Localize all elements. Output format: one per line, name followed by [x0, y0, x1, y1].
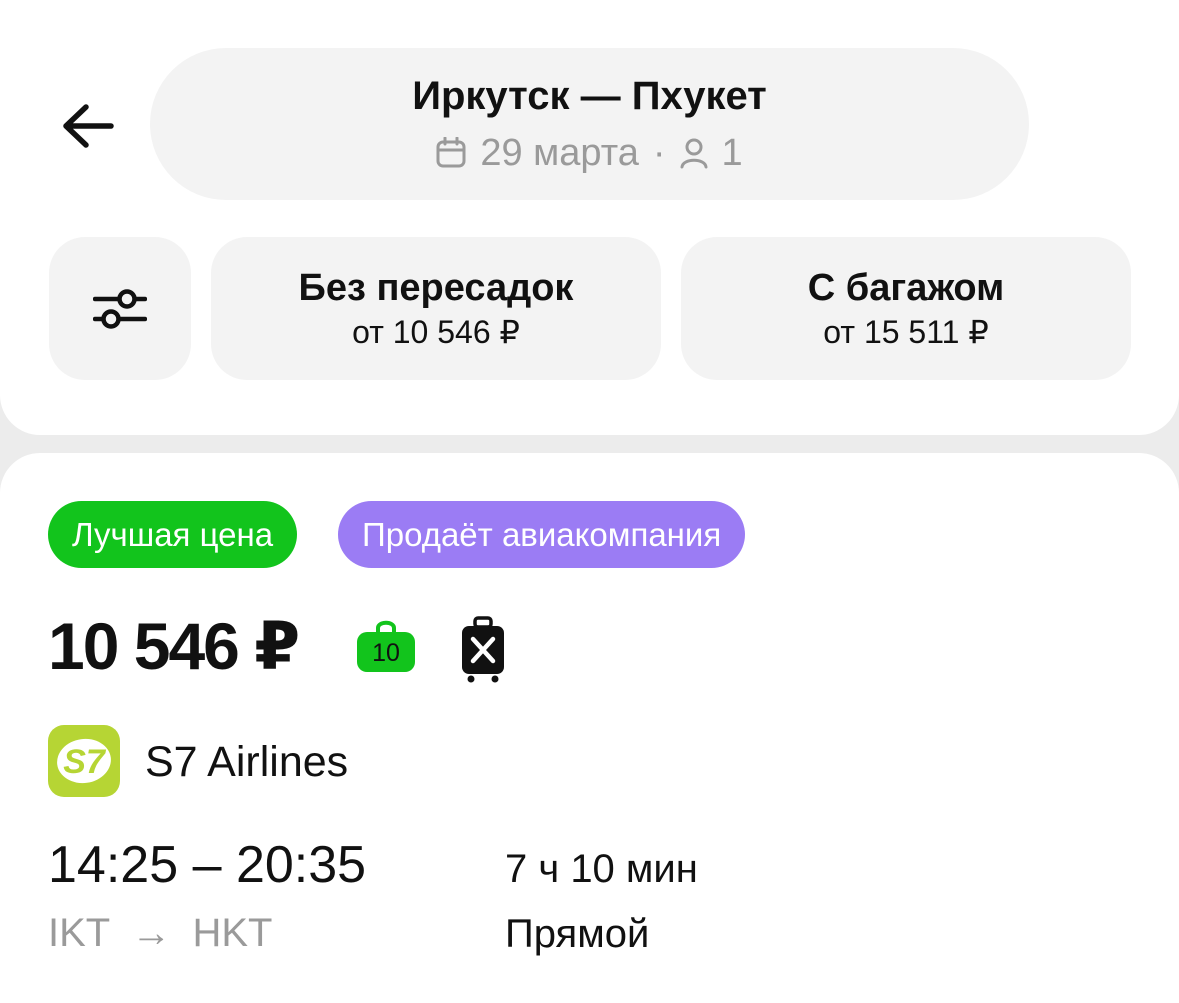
svg-text:S7: S7 — [63, 743, 107, 781]
route-summary-button[interactable] — [150, 48, 1029, 200]
arrow-left-icon — [63, 104, 114, 148]
airline-logo: S7 — [48, 725, 120, 797]
flight-stops: Прямой — [505, 912, 650, 956]
filters-button[interactable] — [49, 237, 191, 380]
filter-direct-flights[interactable]: Без пересадок от 10 546 ₽ — [211, 237, 661, 380]
filter-baggage-price: от 15 511 ₽ — [823, 313, 989, 350]
best-price-badge: Лучшая цена — [48, 501, 298, 568]
hand-luggage-kg: 10 — [372, 639, 400, 667]
airport-codes: IKT → HKT — [48, 908, 282, 958]
flight-times: 14:25 – 20:35 — [48, 836, 367, 894]
route-arrow: → — [131, 911, 172, 955]
sold-by-airline-badge: Продаёт авиакомпания — [338, 501, 746, 568]
departure-airport: IKT — [48, 911, 111, 955]
suitcase-crossed-icon — [462, 616, 504, 683]
sliders-icon — [93, 288, 147, 329]
back-button[interactable] — [50, 88, 126, 164]
filter-direct-title: Без пересадок — [298, 266, 574, 309]
filter-with-baggage[interactable]: С багажом от 15 511 ₽ — [681, 237, 1131, 380]
filter-baggage-title: С багажом — [807, 266, 1005, 309]
airline-name: S7 Airlines — [145, 738, 349, 786]
arrival-airport: HKT — [192, 911, 273, 955]
offer-price: 10 546 ₽ — [48, 609, 300, 683]
filter-direct-price: от 10 546 ₽ — [352, 313, 520, 350]
flight-duration: 7 ч 10 мин — [505, 847, 698, 891]
